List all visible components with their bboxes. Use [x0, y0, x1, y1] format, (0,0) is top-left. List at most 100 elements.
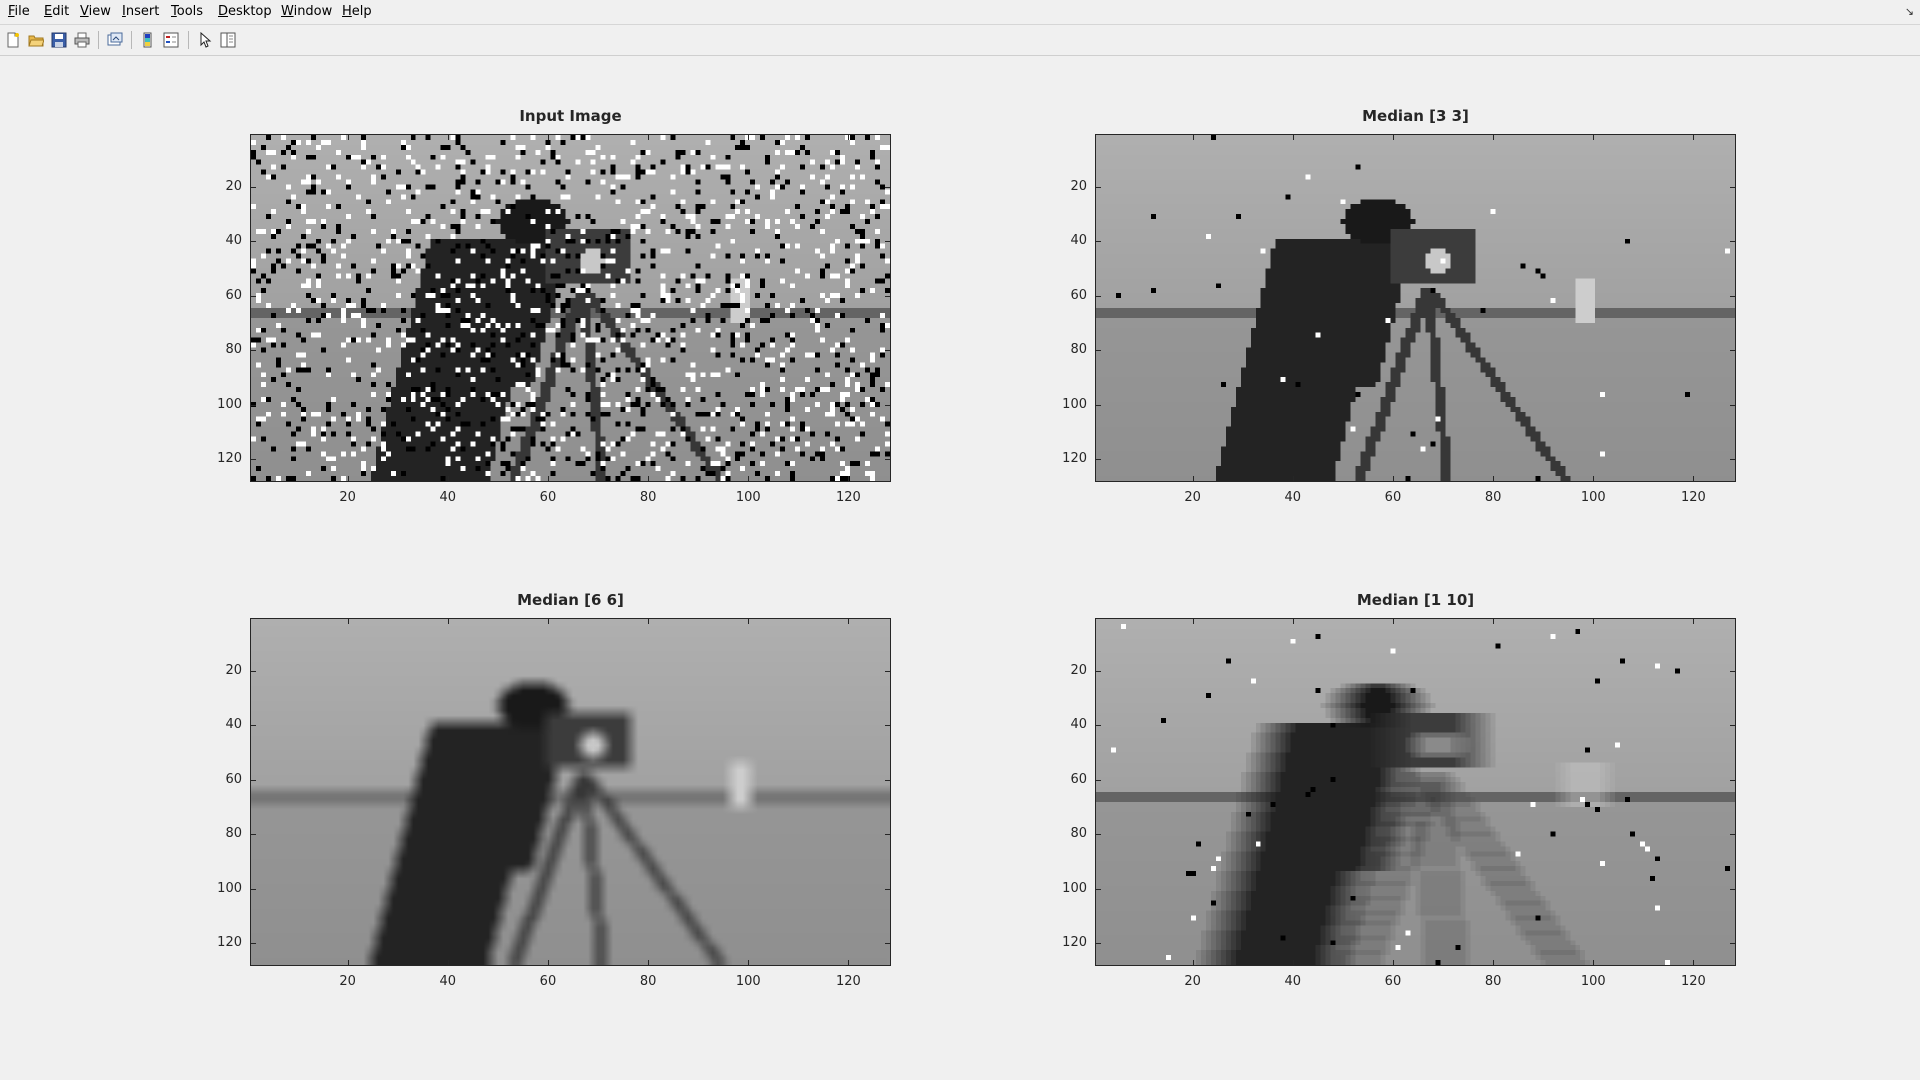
x-tick-label: 100 [1580, 974, 1606, 989]
axes-median-3x3[interactable]: Median [3 3] 20 40 60 80 100 120 20 40 60 80 100 12… [1062, 107, 1736, 505]
axes-median-6x6[interactable]: Median [6 6] 20 40 60 80 100 120 20 40 60 80 100 12… [217, 591, 891, 989]
y-tick-label: 40 [225, 717, 242, 733]
y-tick-label: 120 [1062, 934, 1087, 950]
menu-help[interactable]: Help [342, 4, 372, 19]
y-tick-label: 60 [225, 771, 242, 787]
median-3x3-image [1096, 135, 1735, 481]
y-tick-label: 20 [1070, 179, 1087, 195]
x-tick-label: 20 [339, 974, 356, 989]
x-tick-mark [1192, 960, 1194, 965]
image-plot[interactable] [250, 618, 891, 966]
x-tick-mark [1192, 619, 1194, 624]
menu-view[interactable]: View [80, 4, 111, 19]
x-tick-label: 40 [439, 490, 457, 505]
x-tick-mark [1693, 135, 1695, 140]
median-6x6-image [251, 619, 890, 965]
y-tick-mark [885, 671, 890, 673]
image-plot[interactable] [250, 134, 891, 482]
y-tick-mark [885, 779, 890, 781]
x-tick-label: 120 [836, 490, 861, 505]
x-tick-label: 20 [1184, 974, 1201, 989]
menu-edit[interactable]: Edit [44, 4, 69, 19]
axes-title: Median [1 10] [1356, 591, 1475, 609]
y-tick-mark [1096, 779, 1101, 781]
x-tick-label: 80 [639, 490, 657, 505]
image-plot[interactable] [1095, 134, 1736, 482]
y-tick-mark [1096, 187, 1101, 189]
x-tick-mark [1493, 135, 1495, 140]
y-tick-mark [251, 350, 256, 352]
x-tick-mark [648, 476, 650, 481]
x-tick-mark [1693, 476, 1695, 481]
y-tick-mark [1730, 779, 1735, 781]
undock-arrow-icon[interactable]: ↘ [1905, 5, 1914, 18]
y-tick-mark [885, 350, 890, 352]
axes-title: Median [6 6] [517, 591, 624, 609]
menu-insert[interactable]: Insert [122, 4, 159, 19]
y-tick-mark [251, 404, 256, 406]
x-tick-mark [848, 619, 850, 624]
axes-median-1x10[interactable]: Median [1 10] 20 40 60 80 100 120 20 40 60 80 100 1… [1062, 591, 1736, 989]
colorbar-icon[interactable] [138, 30, 158, 50]
y-tick-label: 60 [225, 287, 242, 303]
x-tick-mark [1493, 960, 1495, 965]
x-tick-label: 60 [1384, 974, 1402, 989]
axes-title: Input Image [519, 107, 622, 125]
toolbar-separator [188, 31, 189, 49]
menu-desktop[interactable]: Desktop [218, 4, 272, 19]
noisy-image [251, 135, 890, 481]
x-tick-mark [848, 960, 850, 965]
property-editor-icon[interactable] [218, 30, 238, 50]
y-tick-mark [251, 779, 256, 781]
y-tick-label: 20 [225, 179, 242, 195]
menu-tools[interactable]: Tools [171, 4, 203, 19]
y-tick-label: 20 [1070, 663, 1087, 679]
y-tick-mark [1730, 942, 1735, 944]
x-tick-mark [1192, 135, 1194, 140]
y-tick-label: 80 [225, 342, 242, 358]
y-tick-label: 100 [217, 396, 242, 412]
new-figure-icon[interactable] [3, 30, 23, 50]
x-tick-mark [848, 135, 850, 140]
y-tick-mark [1730, 888, 1735, 890]
legend-icon[interactable] [161, 30, 181, 50]
figure-toolbar [0, 25, 1920, 56]
x-tick-mark [347, 960, 349, 965]
print-icon[interactable] [72, 30, 92, 50]
x-tick-mark [1493, 476, 1495, 481]
link-plot-icon[interactable] [105, 30, 125, 50]
save-icon[interactable] [49, 30, 69, 50]
x-tick-label: 80 [639, 974, 657, 989]
x-tick-label: 100 [735, 974, 761, 989]
x-tick-label: 40 [1284, 490, 1302, 505]
axes-input-image[interactable]: Input Image 20 40 60 80 100 120 20 40 60 80 100 120 [217, 107, 891, 505]
x-tick-mark [447, 135, 449, 140]
x-tick-mark [1693, 960, 1695, 965]
open-file-icon[interactable] [26, 30, 46, 50]
x-tick-mark [1593, 960, 1595, 965]
pointer-icon[interactable] [195, 30, 215, 50]
x-tick-mark [1292, 476, 1294, 481]
menu-file[interactable]: File [8, 4, 30, 19]
y-tick-mark [251, 241, 256, 243]
x-tick-label: 100 [735, 490, 761, 505]
x-tick-mark [347, 135, 349, 140]
x-tick-mark [1392, 619, 1394, 624]
x-tick-mark [748, 135, 750, 140]
menu-window[interactable]: Window [281, 4, 332, 19]
x-tick-mark [347, 619, 349, 624]
y-tick-label: 40 [1070, 717, 1087, 733]
y-tick-mark [1730, 350, 1735, 352]
x-tick-mark [547, 476, 549, 481]
x-tick-label: 20 [1184, 490, 1201, 505]
y-tick-mark [885, 187, 890, 189]
x-tick-mark [848, 476, 850, 481]
y-tick-mark [1096, 888, 1101, 890]
image-plot[interactable] [1095, 618, 1736, 966]
y-tick-label: 120 [217, 450, 242, 466]
x-tick-label: 40 [439, 974, 457, 989]
x-tick-label: 60 [1384, 490, 1402, 505]
x-tick-label: 120 [836, 974, 861, 989]
x-tick-label: 80 [1484, 490, 1502, 505]
y-tick-mark [1096, 241, 1101, 243]
